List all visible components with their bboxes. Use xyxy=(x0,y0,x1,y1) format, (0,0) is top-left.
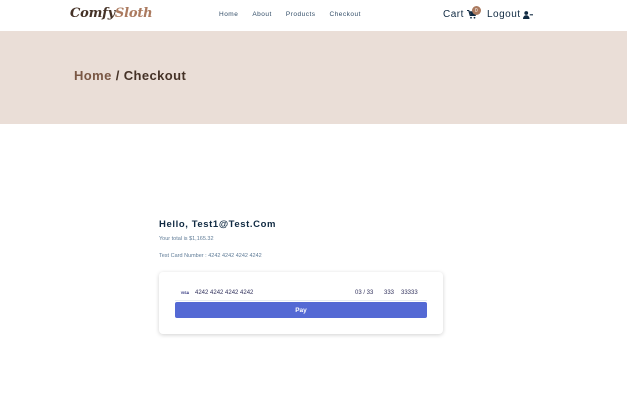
logout-button[interactable]: Logout xyxy=(487,9,533,20)
nav-link-about[interactable]: About xyxy=(252,11,272,18)
nav-link-home[interactable]: Home xyxy=(219,11,238,18)
nav-link-checkout[interactable]: Checkout xyxy=(330,11,361,18)
visa-card-icon: VISA xyxy=(180,290,190,295)
breadcrumb-home-link[interactable]: Home xyxy=(74,68,112,83)
greeting-heading: Hello, Test1@Test.Com xyxy=(159,219,277,230)
breadcrumb-current: Checkout xyxy=(123,68,187,83)
pay-button[interactable]: Pay xyxy=(175,302,427,318)
card-number-field[interactable]: 4242 4242 4242 4242 xyxy=(195,290,253,296)
card-zip-field[interactable]: 33333 xyxy=(401,290,418,296)
logo[interactable]: ComfySloth xyxy=(70,6,153,21)
cart-label: Cart xyxy=(443,9,464,20)
logo-part-comfy: Comfy xyxy=(70,6,115,21)
breadcrumb: Home / Checkout xyxy=(74,68,186,83)
card-element-input[interactable]: VISA 4242 4242 4242 4242 03 / 33 333 333… xyxy=(175,285,427,301)
logout-label: Logout xyxy=(487,9,521,20)
page-hero: Home / Checkout xyxy=(0,31,627,124)
nav-link-products[interactable]: Products xyxy=(286,11,316,18)
user-minus-icon xyxy=(522,10,533,19)
navbar: ComfySloth Home About Products Checkout … xyxy=(0,0,627,31)
nav-links: Home About Products Checkout xyxy=(219,11,375,18)
cart-count-badge: 0 xyxy=(472,6,481,15)
order-total-text: Your total is $1,165.32 xyxy=(159,236,214,242)
logo-part-sloth: Sloth xyxy=(114,6,153,21)
card-expiry-field[interactable]: 03 / 33 xyxy=(355,290,373,296)
card-cvc-field[interactable]: 333 xyxy=(384,290,394,296)
cart-button[interactable]: Cart 0 xyxy=(443,6,481,20)
test-card-hint: Test Card Number : 4242 4242 4242 4242 xyxy=(159,253,262,259)
breadcrumb-separator: / xyxy=(111,68,124,83)
